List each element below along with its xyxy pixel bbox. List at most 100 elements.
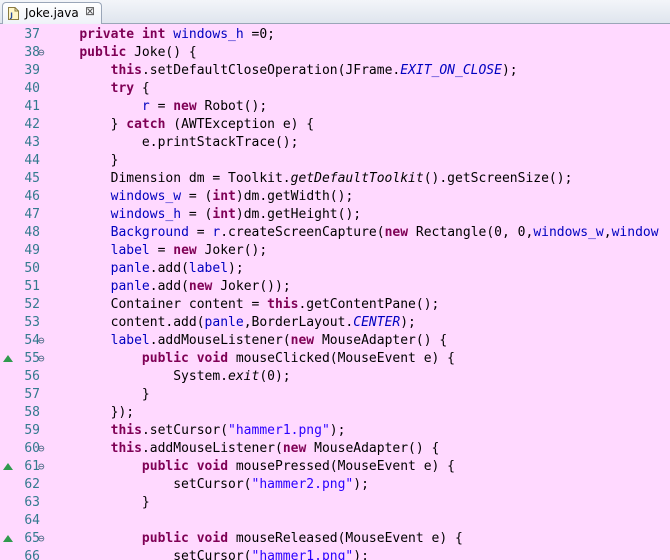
code-line: public void mousePressed(MouseEvent e) { [48, 458, 455, 476]
line-number: 53 [24, 315, 40, 330]
gutter-line: 61 ⊖ [0, 458, 48, 476]
code-token: try [110, 81, 135, 96]
code-line: this.addMouseListener(new MouseAdapter()… [48, 440, 440, 458]
gutter-line: 37 [0, 26, 48, 44]
code-token: MouseAdapter() { [306, 441, 440, 456]
code-token: mouseReleased(MouseEvent e) { [228, 531, 463, 546]
code-token: = [149, 99, 174, 114]
code-line: try { [48, 80, 150, 98]
code-token: new [173, 99, 197, 114]
code-token: .createScreenCapture( [220, 225, 385, 240]
code-token: windows_h [110, 207, 182, 222]
code-token: MouseAdapter() { [314, 333, 448, 348]
code-line: } catch (AWTException e) { [48, 116, 315, 134]
code-line: private int windows_h =0; [48, 26, 275, 44]
override-marker-icon[interactable] [3, 463, 13, 470]
code-token: .setCursor( [141, 423, 229, 438]
java-file-icon: J [8, 7, 19, 20]
code-token: mouseClicked(MouseEvent e) { [228, 351, 456, 366]
line-number: 43 [24, 135, 40, 150]
line-number: 41 [24, 99, 40, 114]
code-token: void [196, 351, 229, 366]
gutter-line: 55 ⊖ [0, 350, 48, 368]
code-token: content.add( [48, 315, 205, 330]
line-number: 52 [24, 297, 40, 312]
line-number: 48 [24, 225, 40, 240]
fold-collapse-icon[interactable]: ⊖ [38, 530, 45, 548]
code-token: = ( [181, 207, 213, 222]
code-token: void [196, 531, 229, 546]
code-token: private [79, 27, 135, 42]
code-token: public [141, 531, 189, 546]
code-line: setCursor("hammer2.png"); [48, 476, 369, 494]
override-marker-icon[interactable] [3, 535, 13, 542]
code-token: = ( [181, 189, 213, 204]
gutter-line: 54 ⊖ [0, 332, 48, 350]
code-line: e.printStackTrace(); [48, 134, 299, 152]
override-marker-icon[interactable] [3, 355, 13, 362]
line-number: 47 [24, 207, 40, 222]
code-token: new [173, 243, 197, 258]
code-token: Rectangle(0, 0, [408, 225, 534, 240]
code-token: r [141, 99, 150, 114]
code-token: System. [48, 369, 229, 384]
gutter-line: 58 [0, 404, 48, 422]
code-token: ); [228, 261, 244, 276]
code-token: "hammer1.png" [251, 549, 354, 560]
code-line: this.setCursor("hammer1.png"); [48, 422, 346, 440]
code-token: this [110, 423, 142, 438]
code-token: new [282, 441, 307, 456]
code-token: public [141, 351, 189, 366]
code-token: ); [501, 63, 518, 78]
gutter-line: 51 [0, 278, 48, 296]
code-token: windows_w [110, 189, 182, 204]
gutter-line: 62 [0, 476, 48, 494]
code-token: getDefaultToolkit [290, 171, 424, 186]
code-token: public [79, 45, 127, 60]
code-token: (AWTException e) { [165, 117, 315, 132]
code-token: (0); [259, 369, 291, 384]
code-area[interactable]: private int windows_h =0; public Joke() … [48, 24, 670, 560]
line-number: 62 [24, 477, 40, 492]
editor-tab-bar: J Joke.java ⊠ [0, 0, 670, 24]
line-number: 56 [24, 369, 40, 384]
gutter-line: 56 [0, 368, 48, 386]
code-token: setCursor( [48, 549, 252, 560]
line-number: 63 [24, 495, 40, 510]
line-number: 66 [24, 549, 40, 560]
code-token: Dimension dm = Toolkit. [48, 171, 291, 186]
fold-collapse-icon[interactable]: ⊖ [38, 458, 45, 476]
code-token: Robot(); [196, 99, 268, 114]
line-number: 64 [24, 513, 40, 528]
fold-collapse-icon[interactable]: ⊖ [38, 332, 45, 350]
code-line: public Joke() { [48, 44, 196, 62]
code-token: windows_w [533, 225, 604, 240]
fold-collapse-icon[interactable]: ⊖ [38, 44, 45, 62]
code-line: windows_h = (int)dm.getHeight(); [48, 206, 361, 224]
fold-collapse-icon[interactable]: ⊖ [38, 350, 45, 368]
code-token: Container content = [48, 297, 268, 312]
code-token: } [48, 495, 150, 510]
code-token: ); [400, 315, 416, 330]
code-token: CENTER [353, 315, 401, 330]
code-token: label [188, 261, 229, 276]
gutter-line: 50 [0, 260, 48, 278]
code-token: )dm.getWidth(); [235, 189, 354, 204]
code-line: } [48, 152, 119, 170]
code-token: .setDefaultCloseOperation(JFrame. [141, 63, 401, 78]
code-line: content.add(panle,BorderLayout.CENTER); [48, 314, 416, 332]
tab-joke-java[interactable]: J Joke.java ⊠ [2, 2, 102, 24]
close-tab-icon[interactable]: ⊠ [85, 4, 95, 18]
fold-collapse-icon[interactable]: ⊖ [38, 440, 45, 458]
code-line: Dimension dm = Toolkit.getDefaultToolkit… [48, 170, 573, 188]
code-line: setCursor("hammer1.png"); [48, 548, 369, 560]
code-line: public void mouseClicked(MouseEvent e) { [48, 350, 455, 368]
